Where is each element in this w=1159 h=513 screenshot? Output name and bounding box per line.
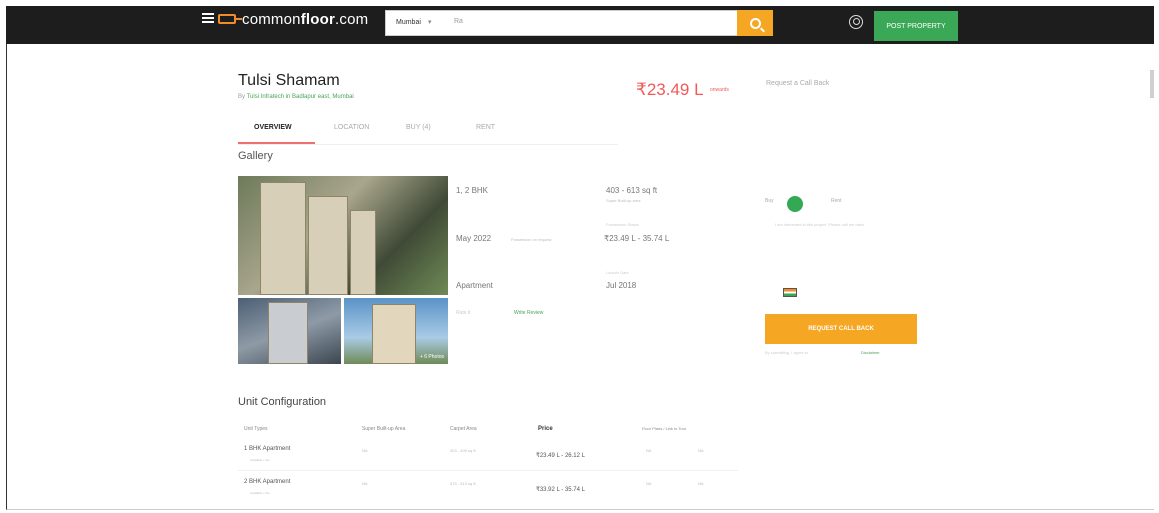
toggle-switch[interactable] [787,196,803,212]
possession-note: Possession on request [511,237,552,242]
scrollbar-thumb[interactable] [1150,70,1154,98]
write-review-link[interactable]: Write Review [514,310,543,316]
gallery-thumbnail[interactable]: + 6 Photos [344,298,448,364]
carpet-area: 403 - 405 sq ft [450,448,476,453]
unit-price: ₹33.92 L - 35.74 L [536,487,585,493]
active-tab-indicator [238,142,315,144]
building-tower [350,210,376,295]
logo-text: commonfloor.com [242,10,369,28]
area-value: 403 - 613 sq ft [606,186,658,195]
page-frame [6,44,1154,510]
property-type-value: Apartment [456,281,493,290]
building-tower [268,302,308,364]
chevron-down-icon[interactable]: ▾ [428,18,432,26]
contact-message[interactable]: I am interested in this project. Please … [775,222,885,228]
city-select[interactable]: Mumbai [396,19,421,26]
developer-link[interactable]: Tulsi Infratech in Badlapur east, Mumbai [247,94,354,100]
disclaimer-link[interactable]: Disclaimer [861,350,880,355]
project-title: Tulsi Shamam [238,72,340,89]
building-tower [372,304,416,364]
search-icon [749,17,761,29]
rating-stars[interactable]: Rate it [456,310,470,316]
request-callback-link[interactable]: Request a Call Back [766,80,829,87]
contact-card: Buy Rent I am interested in this project… [765,188,917,363]
tour-link[interactable]: NA [698,481,704,486]
toggle-buy-label[interactable]: Buy [765,198,774,204]
tab-buy[interactable]: BUY (4) [406,124,431,131]
tab-overview[interactable]: OVERVIEW [254,124,292,131]
unit-type[interactable]: 1 BHK Apartment [244,446,290,452]
column-header: Super Built-up Area [362,426,406,432]
unit-price: ₹23.49 L - 26.12 L [536,453,585,459]
tab-location[interactable]: LOCATION [334,124,369,131]
gallery-heading: Gallery [238,150,273,162]
launch-value: Jul 2018 [606,281,637,290]
logo-icon [218,14,242,24]
building-tower [308,196,348,295]
area-note: Super Built-up area [606,198,641,203]
post-property-button[interactable]: POST PROPERTY [874,11,958,41]
card-footer-text: By submitting, I agree to [765,350,809,355]
tour-link[interactable]: NA [698,448,704,453]
menu-icon[interactable] [202,13,214,23]
carpet-area: 575 - 613 sq ft [450,481,476,486]
column-header: Floor Plans / Link to Tour [642,426,687,431]
possession-value: May 2022 [456,234,492,243]
column-header: Carpet Area [450,426,477,432]
super-builtup-area: NA [362,448,368,453]
price-note: onwards [710,87,729,93]
config-value: 1, 2 BHK [456,186,489,195]
launch-caption: Launch Date [606,270,629,275]
gallery-main-image[interactable] [238,176,448,295]
project-price: ₹23.49 L [636,80,704,99]
photo-count: + 6 Photos [419,354,444,360]
floor-plan[interactable]: NA [646,481,652,486]
tab-rent[interactable]: RENT [476,124,495,131]
super-builtup-area: NA [362,481,368,486]
site-logo[interactable]: commonfloor.com [218,8,368,30]
column-header: Unit Types [244,426,268,432]
search-bar[interactable]: Mumbai ▾ Ra [385,10,770,36]
unit-type[interactable]: 2 BHK Apartment [244,479,290,485]
gallery-thumbnail[interactable] [238,298,341,364]
request-call-back-button[interactable]: REQUEST CALL BACK [765,314,917,344]
column-header: Price [538,426,553,432]
tab-bar: OVERVIEW LOCATION BUY (4) RENT [238,118,618,144]
search-input[interactable]: Ra [454,18,463,25]
building-tower [260,182,306,295]
india-flag-icon[interactable] [783,288,797,297]
row-divider [238,470,738,471]
unit-sub: Available • Yes [250,458,270,462]
developer-line: By Tulsi Infratech in Badlapur east, Mum… [238,94,354,100]
possession-caption: Possession Status [606,222,639,227]
floor-plan[interactable]: NA [646,448,652,453]
price-range-value: ₹23.49 L - 35.74 L [604,234,670,243]
unit-configuration-heading: Unit Configuration [238,396,327,408]
search-button[interactable] [737,10,773,36]
unit-sub: Available • Yes [250,491,270,495]
user-icon[interactable] [849,15,863,29]
toggle-rent-label[interactable]: Rent [831,198,842,204]
tab-divider [238,144,618,145]
